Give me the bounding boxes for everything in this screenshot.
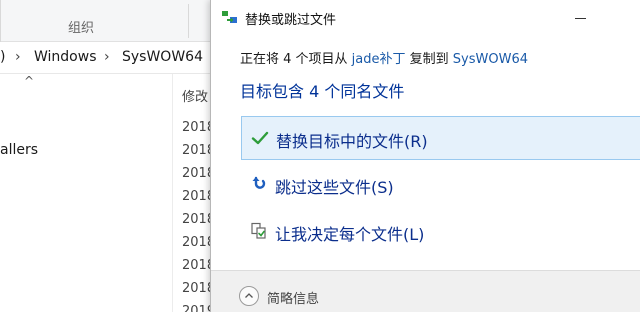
screen: 组织 ) › Windows › SysWOW64 ^ allers 修改 20… bbox=[0, 0, 640, 312]
collapse-details-button[interactable] bbox=[239, 286, 259, 306]
skip-files-option[interactable]: 跳过这些文件(S) bbox=[241, 163, 640, 207]
ribbon-group-organize[interactable]: 组织 bbox=[68, 17, 94, 36]
breadcrumb-windows[interactable]: Windows bbox=[34, 49, 97, 65]
nav-item-installers[interactable]: allers bbox=[0, 142, 38, 158]
replace-or-skip-dialog: 替换或跳过文件 正在将 4 个项目从 jade补丁 复制到 SysWOW64 目… bbox=[210, 0, 640, 312]
copy-description: 正在将 4 个项目从 jade补丁 复制到 SysWOW64 bbox=[240, 48, 528, 67]
decide-each-file-option[interactable]: 让我决定每个文件(L) bbox=[241, 210, 640, 254]
minimize-button[interactable] bbox=[565, 6, 595, 28]
breadcrumb-chevron-icon: › bbox=[104, 49, 110, 65]
desc-middle: 复制到 bbox=[405, 52, 453, 67]
replace-files-label: 替换目标中的文件(R) bbox=[276, 132, 428, 151]
breadcrumb-chevron-icon: › bbox=[15, 49, 21, 65]
dialog-title: 替换或跳过文件 bbox=[245, 13, 337, 28]
decide-files-icon bbox=[251, 222, 266, 239]
ribbon-separator bbox=[0, 0, 1, 42]
desc-prefix: 正在将 4 个项目从 bbox=[240, 52, 352, 67]
source-folder-link[interactable]: jade补丁 bbox=[352, 52, 406, 67]
decide-each-file-label: 让我决定每个文件(L) bbox=[275, 225, 425, 244]
navigation-pane bbox=[0, 74, 168, 312]
minimize-icon bbox=[575, 18, 586, 19]
copy-files-icon bbox=[222, 11, 237, 23]
ribbon-separator bbox=[188, 4, 189, 38]
column-header-modified[interactable]: 修改 bbox=[182, 86, 208, 105]
fewer-details-label[interactable]: 简略信息 bbox=[267, 288, 319, 307]
destination-folder-link[interactable]: SysWOW64 bbox=[453, 52, 528, 67]
breadcrumb-partial: ) bbox=[0, 49, 6, 65]
breadcrumb-syswow64[interactable]: SysWOW64 bbox=[122, 49, 203, 65]
scroll-up-icon[interactable]: ^ bbox=[24, 74, 34, 88]
chevron-up-icon bbox=[245, 293, 253, 298]
dialog-titlebar[interactable]: 替换或跳过文件 bbox=[211, 0, 640, 34]
conflict-heading: 目标包含 4 个同名文件 bbox=[240, 82, 405, 101]
skip-files-label: 跳过这些文件(S) bbox=[275, 178, 394, 197]
dialog-footer: 简略信息 bbox=[211, 271, 640, 312]
check-icon bbox=[251, 131, 269, 145]
replace-files-option[interactable]: 替换目标中的文件(R) bbox=[241, 116, 640, 160]
skip-arrow-icon bbox=[252, 176, 266, 189]
